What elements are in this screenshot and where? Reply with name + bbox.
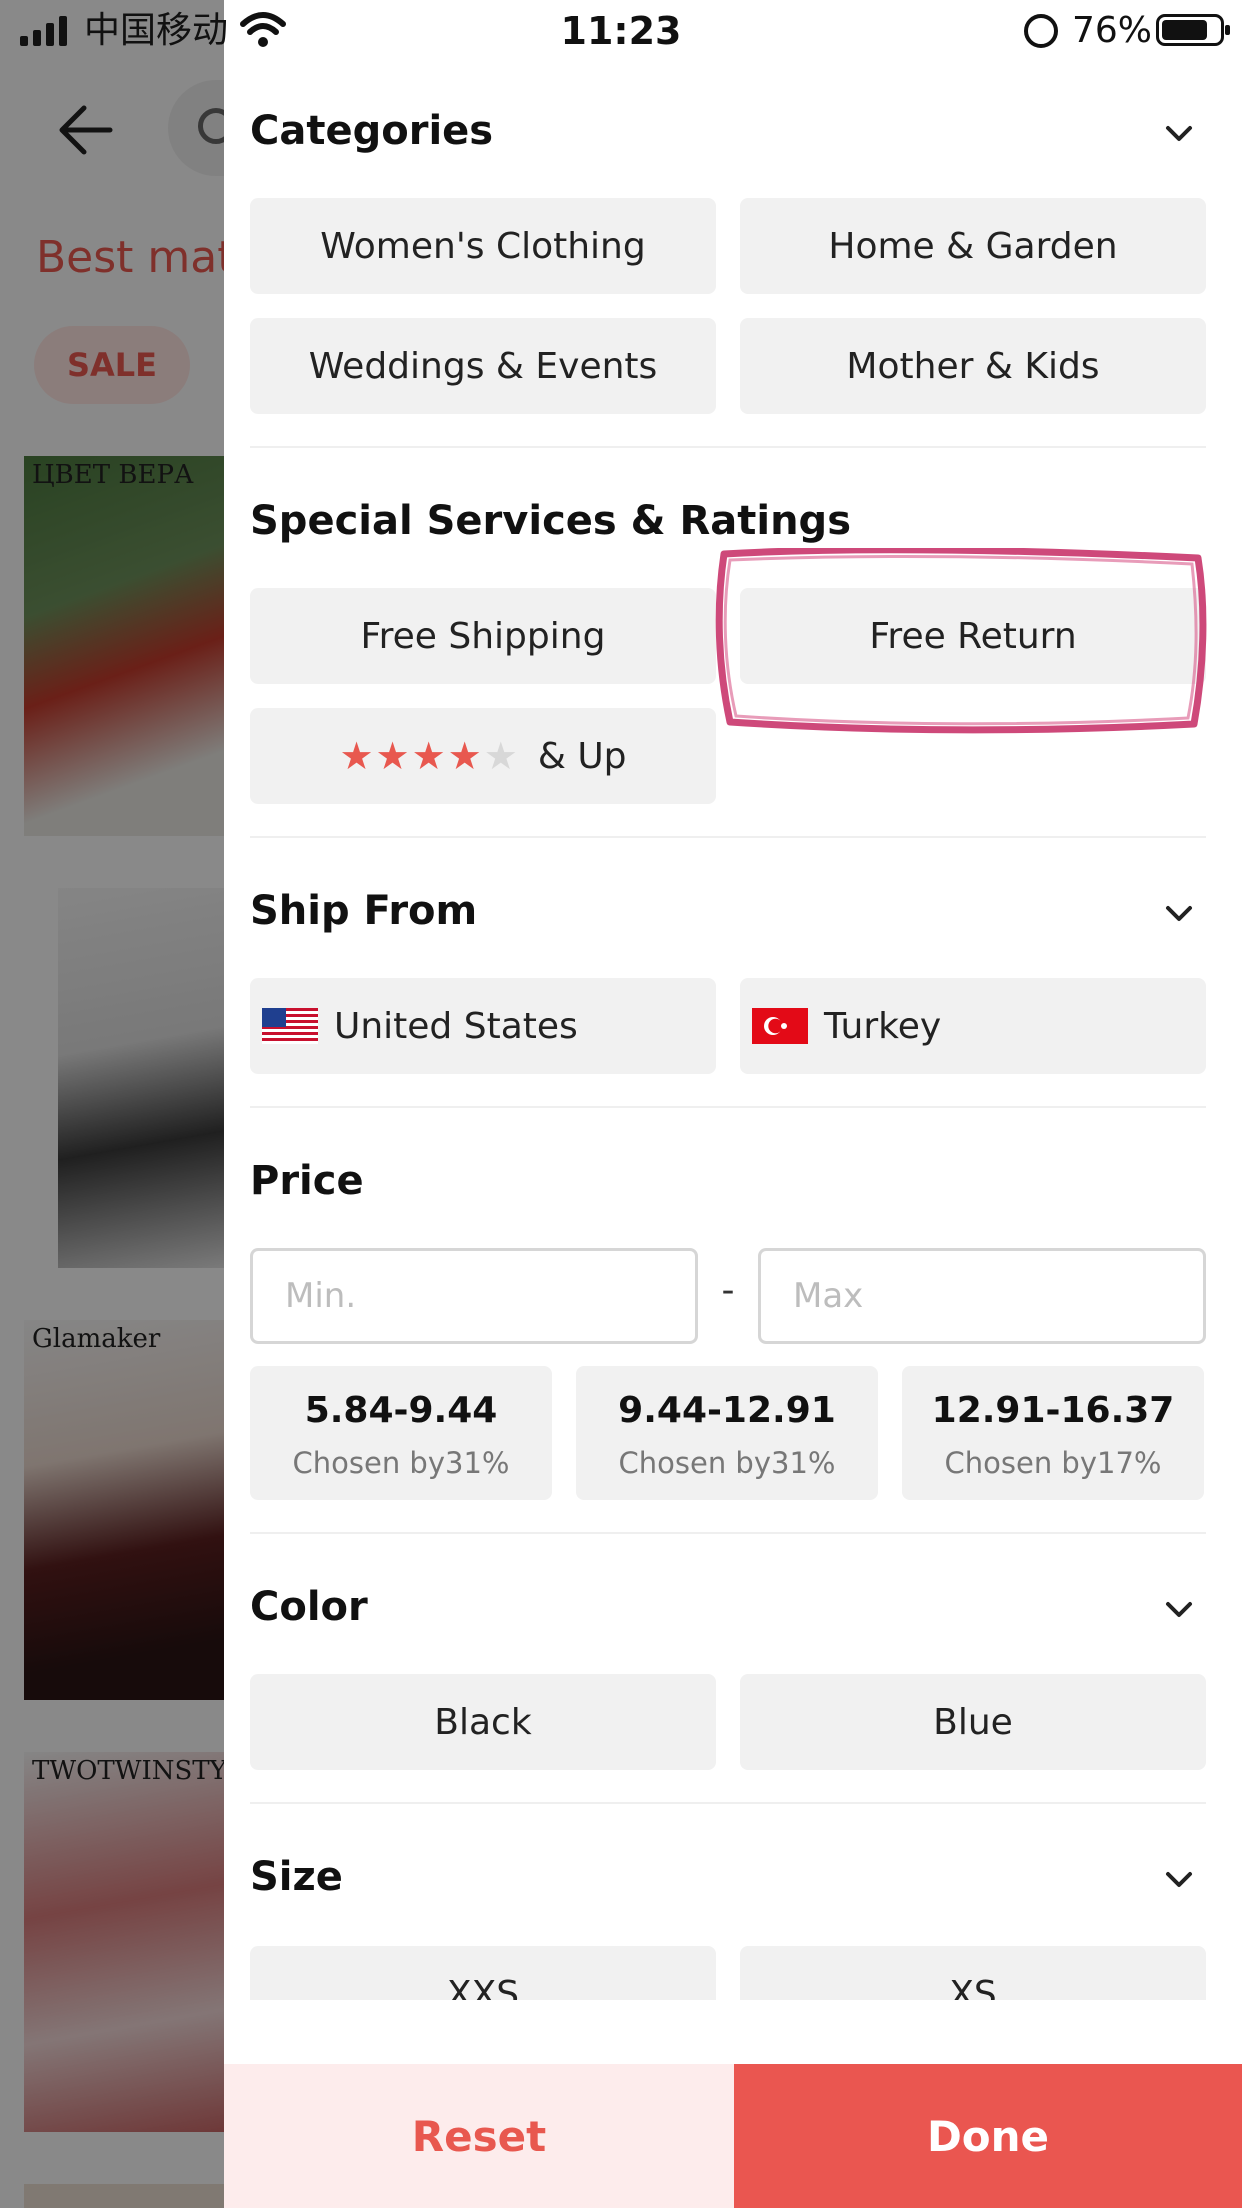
- size-header[interactable]: Size: [250, 1828, 1206, 1928]
- ship-from-label: Turkey: [824, 1005, 942, 1047]
- category-chip[interactable]: Home & Garden: [740, 198, 1206, 294]
- color-chip[interactable]: Blue: [740, 1674, 1206, 1770]
- price-range-value: 5.84-9.44: [304, 1390, 498, 1431]
- chevron-down-icon[interactable]: [1164, 1594, 1194, 1624]
- color-chip[interactable]: Black: [250, 1674, 716, 1770]
- divider: [250, 1802, 1206, 1804]
- services-header: Special Services & Ratings: [250, 472, 1206, 572]
- color-header[interactable]: Color: [250, 1558, 1206, 1658]
- categories-header[interactable]: Categories: [250, 82, 1206, 182]
- price-section: Price: [250, 1132, 1206, 1232]
- turkey-flag-icon: [752, 1008, 808, 1044]
- category-chip[interactable]: Mother & Kids: [740, 318, 1206, 414]
- chevron-down-icon[interactable]: [1164, 1864, 1194, 1894]
- categories-section: Categories: [250, 82, 1206, 182]
- ship-from-label: United States: [334, 1005, 578, 1047]
- ship-from-us-chip[interactable]: United States: [250, 978, 716, 1074]
- chevron-down-icon[interactable]: [1164, 118, 1194, 148]
- price-range-chip[interactable]: 12.91-16.37 Chosen by17%: [902, 1366, 1204, 1500]
- section-title: Color: [250, 1584, 368, 1630]
- price-header: Price: [250, 1132, 1206, 1232]
- price-max-input[interactable]: [758, 1248, 1206, 1344]
- free-shipping-chip[interactable]: Free Shipping: [250, 588, 716, 684]
- size-section: Size: [250, 1828, 1206, 1928]
- size-chip[interactable]: XXS: [250, 1946, 716, 2000]
- ship-from-section: Ship From: [250, 862, 1206, 962]
- size-chip[interactable]: XS: [740, 1946, 1206, 2000]
- color-section: Color: [250, 1558, 1206, 1658]
- size-chips-clip: XXS XS: [224, 1940, 1242, 2000]
- price-range-chosen: Chosen by31%: [618, 1446, 836, 1480]
- reset-button[interactable]: Reset: [224, 2064, 734, 2208]
- done-button[interactable]: Done: [734, 2064, 1242, 2208]
- battery-percent: 76%: [1072, 10, 1153, 51]
- section-title: Price: [250, 1158, 364, 1204]
- rotation-lock-icon: [1024, 14, 1058, 48]
- battery-level: [1162, 20, 1207, 40]
- rating-chip[interactable]: ★★★★★ & Up: [250, 708, 716, 804]
- section-title: Size: [250, 1854, 343, 1900]
- rating-label: & Up: [537, 735, 627, 777]
- ship-from-header[interactable]: Ship From: [250, 862, 1206, 962]
- divider: [250, 446, 1206, 448]
- action-bar: Reset Done: [224, 2064, 1242, 2208]
- free-return-chip[interactable]: Free Return: [740, 588, 1206, 684]
- battery-icon: [1156, 14, 1230, 46]
- section-title: Ship From: [250, 888, 478, 934]
- price-range-value: 9.44-12.91: [618, 1390, 836, 1431]
- ship-from-turkey-chip[interactable]: Turkey: [740, 978, 1206, 1074]
- divider: [250, 836, 1206, 838]
- price-range-chip[interactable]: 9.44-12.91 Chosen by31%: [576, 1366, 878, 1500]
- price-range-chosen: Chosen by31%: [292, 1446, 510, 1480]
- divider: [250, 1532, 1206, 1534]
- us-flag-icon: [262, 1008, 318, 1044]
- category-chip[interactable]: Weddings & Events: [250, 318, 716, 414]
- price-range-chip[interactable]: 5.84-9.44 Chosen by31%: [250, 1366, 552, 1500]
- rating-stars-icon: ★★★★★: [339, 734, 520, 778]
- price-range-value: 12.91-16.37: [931, 1390, 1175, 1431]
- screen: Best matc SALE ЦВЕТ ВЕРА Glamaker TWOTWI…: [0, 0, 1242, 2208]
- section-title: Categories: [250, 108, 494, 154]
- price-separator: -: [721, 1270, 735, 1311]
- status-bar: 中国移动 11:23 76%: [0, 0, 1242, 62]
- category-chip[interactable]: Women's Clothing: [250, 198, 716, 294]
- price-range-chosen: Chosen by17%: [944, 1446, 1162, 1480]
- services-section: Special Services & Ratings: [250, 472, 1206, 572]
- divider: [250, 1106, 1206, 1108]
- price-min-input[interactable]: [250, 1248, 698, 1344]
- chevron-down-icon[interactable]: [1164, 898, 1194, 928]
- section-title: Special Services & Ratings: [250, 498, 851, 544]
- filter-panel: Categories Women's Clothing Home & Garde…: [224, 0, 1242, 2208]
